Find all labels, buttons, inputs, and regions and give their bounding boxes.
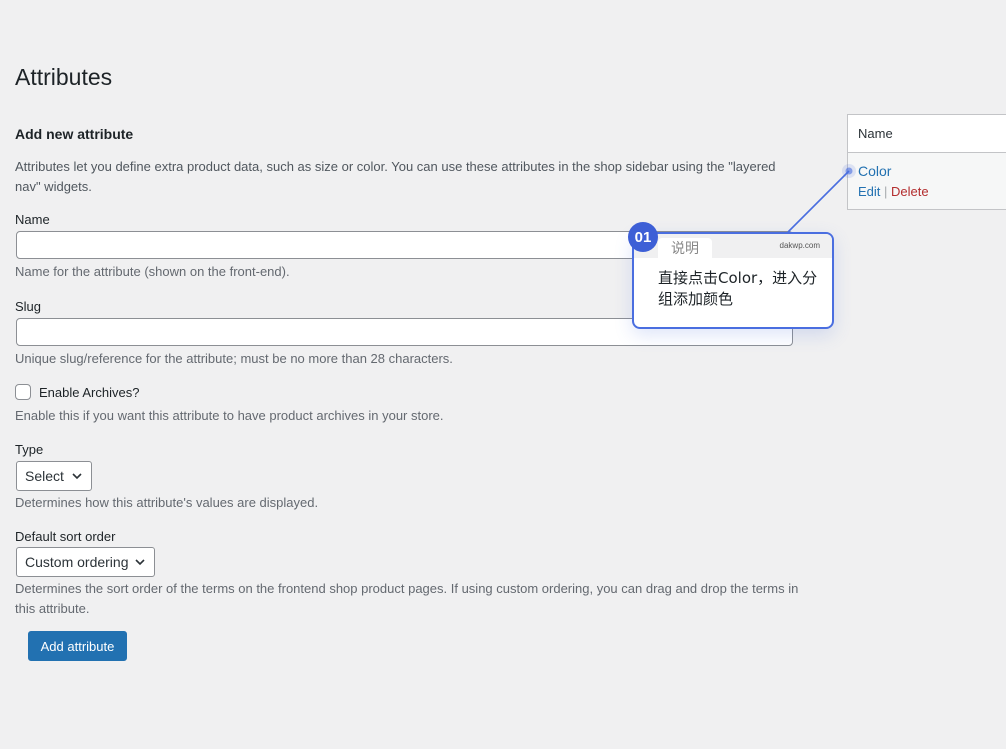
type-description: Determines how this attribute's values a…	[15, 495, 319, 510]
sort-order-value: Custom ordering	[25, 554, 129, 570]
instruction-callout: 说明 dakwp.com 直接点击Color，进入分组添加颜色	[632, 232, 834, 329]
add-attribute-button[interactable]: Add attribute	[28, 631, 127, 661]
name-description: Name for the attribute (shown on the fro…	[15, 264, 290, 279]
row-actions: Edit | Delete	[858, 184, 929, 199]
name-label: Name	[15, 212, 50, 227]
edit-link[interactable]: Edit	[858, 184, 880, 199]
chevron-down-icon	[72, 473, 82, 480]
add-attribute-heading: Add new attribute	[15, 126, 134, 142]
action-separator: |	[884, 184, 888, 199]
callout-brand: dakwp.com	[779, 241, 820, 250]
chevron-down-icon	[135, 559, 145, 566]
table-header-name[interactable]: Name	[848, 115, 1006, 153]
archives-description: Enable this if you want this attribute t…	[15, 408, 444, 423]
callout-connector	[787, 164, 856, 233]
attribute-name-link[interactable]: Color	[858, 163, 891, 179]
delete-link[interactable]: Delete	[891, 184, 929, 199]
callout-tab: 说明	[658, 238, 712, 258]
enable-archives-label[interactable]: Enable Archives?	[39, 385, 139, 400]
attributes-table: Name Color Edit | Delete	[847, 114, 1006, 210]
page-title: Attributes	[15, 64, 113, 90]
enable-archives-checkbox[interactable]	[15, 384, 31, 400]
sort-order-description: Determines the sort order of the terms o…	[15, 581, 799, 616]
slug-label: Slug	[15, 299, 42, 314]
callout-text: 直接点击Color，进入分组添加颜色	[658, 269, 818, 308]
slug-description: Unique slug/reference for the attribute;…	[15, 351, 453, 366]
form-intro: Attributes let you define extra product …	[15, 159, 776, 194]
type-select-value: Select	[25, 468, 64, 484]
type-select[interactable]: Select	[16, 461, 92, 491]
sort-order-label: Default sort order	[15, 529, 116, 544]
callout-step-badge: 01	[628, 222, 658, 252]
sort-order-select[interactable]: Custom ordering	[16, 547, 155, 577]
type-label: Type	[15, 442, 44, 457]
